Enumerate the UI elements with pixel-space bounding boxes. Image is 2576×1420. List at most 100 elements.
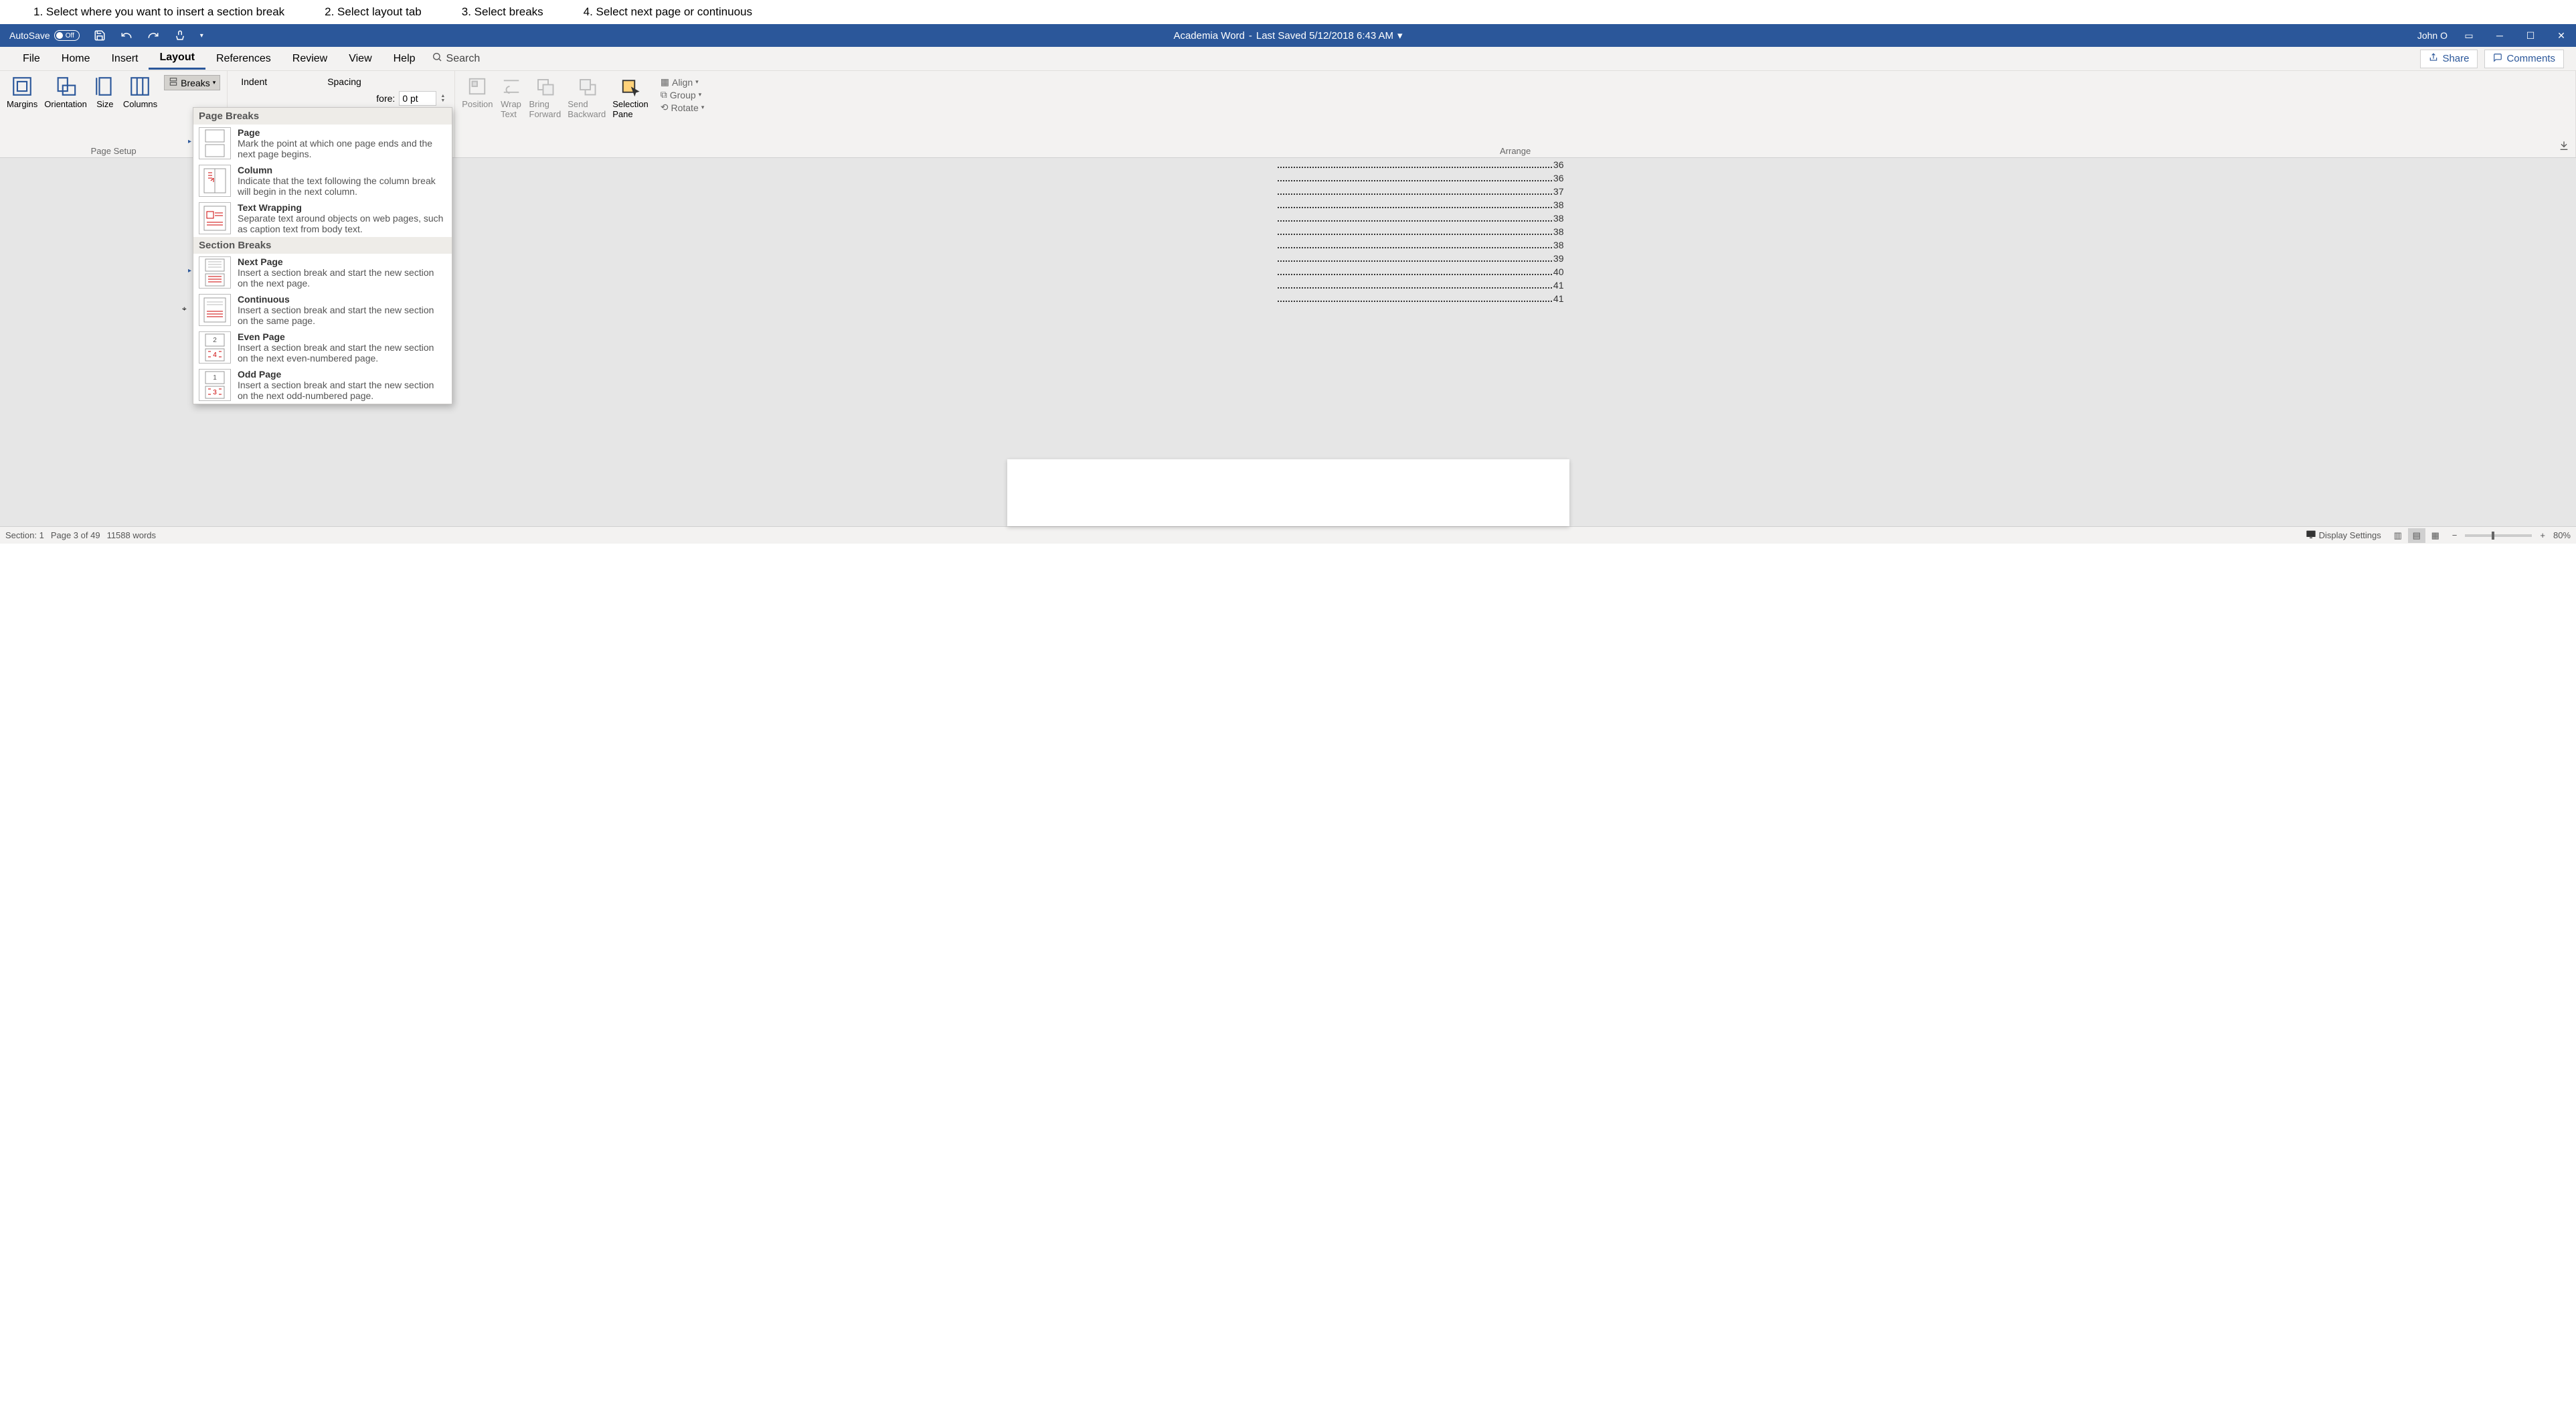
instruction-1: 1. Select where you want to insert a sec…: [33, 5, 284, 19]
spacing-label: Spacing: [327, 76, 361, 87]
break-option-odd-page[interactable]: 13 Odd PageInsert a section break and st…: [193, 366, 452, 404]
svg-text:2: 2: [213, 337, 217, 344]
margins-icon: [11, 75, 33, 98]
before-label: fore:: [368, 93, 395, 104]
toggle-icon[interactable]: Off: [54, 30, 80, 41]
section-breaks-header: Section Breaks: [193, 237, 452, 254]
even-page-break-icon: 24: [199, 331, 231, 364]
status-words[interactable]: 11588 words: [107, 530, 156, 540]
toc-lines: 36 36 37 38 38 38 38 39 40 41 41: [1276, 158, 1564, 305]
breaks-icon: [169, 77, 178, 88]
redo-icon[interactable]: [147, 29, 160, 42]
wrap-text-icon: [500, 75, 523, 98]
comment-icon: [2493, 53, 2502, 65]
position-icon: [466, 75, 489, 98]
autosave-toggle[interactable]: AutoSave Off: [5, 30, 84, 41]
share-icon: [2429, 53, 2438, 65]
continuous-break-icon: [199, 294, 231, 326]
group-label-arrange: Arrange: [462, 145, 2569, 157]
zoom-level[interactable]: 80%: [2553, 530, 2571, 540]
position-button[interactable]: Position: [462, 75, 493, 109]
group-button[interactable]: ⧉ Group ▾: [661, 89, 705, 100]
rotate-button[interactable]: ⟲ Rotate ▾: [661, 102, 705, 113]
toc-entry: 40: [1276, 265, 1564, 279]
toc-entry: 38: [1276, 225, 1564, 238]
comments-button[interactable]: Comments: [2484, 50, 2564, 68]
group-icon: ⧉: [661, 89, 667, 100]
instruction-3: 3. Select breaks: [462, 5, 543, 19]
break-option-column[interactable]: ColumnIndicate that the text following t…: [193, 162, 452, 200]
read-mode-icon[interactable]: ▥: [2389, 528, 2407, 543]
break-option-text-wrapping[interactable]: Text WrappingSeparate text around object…: [193, 200, 452, 237]
minimize-icon[interactable]: ─: [2490, 30, 2509, 41]
break-option-page[interactable]: ▸ PageMark the point at which one page e…: [193, 125, 452, 162]
column-break-icon: [199, 165, 231, 197]
breaks-dropdown: Page Breaks ▸ PageMark the point at whic…: [193, 107, 452, 404]
cursor-icon: ⌖: [182, 304, 187, 314]
bring-forward-button[interactable]: Bring Forward: [529, 75, 562, 119]
zoom-slider[interactable]: [2465, 534, 2532, 537]
text-wrapping-break-icon: [199, 202, 231, 234]
break-option-next-page[interactable]: ▸ Next PageInsert a section break and st…: [193, 254, 452, 291]
selection-pane-icon: [619, 75, 642, 98]
status-page[interactable]: Page 3 of 49: [51, 530, 100, 540]
print-layout-icon[interactable]: ▤: [2408, 528, 2425, 543]
tab-insert[interactable]: Insert: [100, 49, 149, 69]
align-button[interactable]: ▦ Align ▾: [661, 76, 705, 88]
rotate-icon: ⟲: [661, 102, 669, 113]
save-icon[interactable]: [93, 29, 106, 42]
tab-help[interactable]: Help: [383, 49, 426, 69]
size-button[interactable]: Size: [94, 75, 116, 145]
zoom-in-button[interactable]: +: [2540, 530, 2545, 540]
display-settings-button[interactable]: Display Settings: [2306, 529, 2381, 542]
touch-mode-icon[interactable]: [173, 29, 187, 42]
spinner-before[interactable]: ▲▼: [440, 94, 445, 103]
chevron-right-icon: ▸: [188, 138, 193, 145]
spacing-before-input[interactable]: [399, 91, 436, 106]
tab-review[interactable]: Review: [282, 49, 338, 69]
svg-text:4: 4: [213, 351, 217, 359]
tab-home[interactable]: Home: [51, 49, 101, 69]
chevron-down-icon: ▾: [213, 79, 216, 86]
break-option-continuous[interactable]: ContinuousInsert a section break and sta…: [193, 291, 452, 329]
toc-entry: 36: [1276, 171, 1564, 185]
wrap-text-button[interactable]: Wrap Text: [500, 75, 523, 119]
chevron-down-icon[interactable]: ▾: [1397, 29, 1403, 42]
collapse-ribbon-icon[interactable]: [2559, 141, 2569, 153]
qat-customize-icon[interactable]: ▾: [200, 32, 203, 40]
page[interactable]: [1007, 459, 1569, 526]
margins-button[interactable]: Margins: [7, 75, 37, 145]
tab-references[interactable]: References: [205, 49, 282, 69]
maximize-icon[interactable]: ☐: [2521, 30, 2540, 42]
status-section[interactable]: Section: 1: [5, 530, 44, 540]
next-page-break-icon: [199, 256, 231, 289]
selection-pane-button[interactable]: Selection Pane: [612, 75, 648, 119]
orientation-button[interactable]: Orientation: [44, 75, 87, 145]
document-title[interactable]: Academia Word - Last Saved 5/12/2018 6:4…: [1173, 29, 1402, 42]
undo-icon[interactable]: [120, 29, 133, 42]
tab-layout[interactable]: Layout: [149, 48, 205, 70]
send-backward-button[interactable]: Send Backward: [568, 75, 606, 119]
toc-entry: 36: [1276, 158, 1564, 171]
web-layout-icon[interactable]: ▦: [2427, 528, 2444, 543]
instructions-row: 1. Select where you want to insert a sec…: [0, 0, 2576, 24]
columns-button[interactable]: Columns: [123, 75, 157, 145]
chevron-right-icon: ▸: [188, 267, 193, 274]
zoom-out-button[interactable]: −: [2452, 530, 2458, 540]
break-option-even-page[interactable]: 24 Even PageInsert a section break and s…: [193, 329, 452, 366]
search-icon: [432, 52, 442, 66]
ribbon-display-icon[interactable]: ▭: [2460, 30, 2478, 42]
size-icon: [94, 75, 116, 98]
user-name[interactable]: John O: [2417, 30, 2448, 41]
share-button[interactable]: Share: [2420, 50, 2478, 68]
tab-view[interactable]: View: [338, 49, 382, 69]
breaks-button[interactable]: Breaks ▾: [164, 75, 220, 90]
indent-label: Indent: [241, 76, 267, 87]
close-icon[interactable]: ✕: [2552, 30, 2571, 42]
columns-icon: [128, 75, 151, 98]
align-icon: ▦: [661, 76, 669, 88]
search-box[interactable]: Search: [432, 52, 481, 66]
tab-file[interactable]: File: [12, 49, 51, 69]
toc-entry: 38: [1276, 198, 1564, 212]
orientation-icon: [54, 75, 77, 98]
